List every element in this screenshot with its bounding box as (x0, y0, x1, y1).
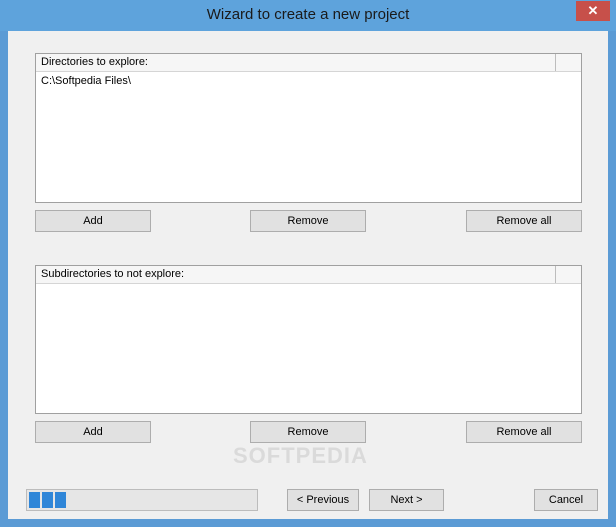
title-bar[interactable]: Wizard to create a new project ✕ (0, 0, 616, 31)
next-button[interactable]: Next > (369, 489, 444, 511)
softpedia-watermark: SOFTPEDIA (233, 443, 368, 468)
column-separator[interactable] (555, 266, 556, 283)
directory-list-item[interactable]: C:\Softpedia Files\ (41, 75, 131, 87)
wizard-window: Wizard to create a new project ✕ Directo… (0, 0, 616, 527)
subdirectories-list-header: Subdirectories to not explore: (36, 266, 581, 284)
directories-add-button[interactable]: Add (35, 210, 151, 232)
column-separator[interactable] (555, 54, 556, 71)
close-icon[interactable]: ✕ (576, 1, 610, 21)
previous-button[interactable]: < Previous (287, 489, 359, 511)
progress-segment (29, 492, 40, 508)
subdirectories-header-label: Subdirectories to not explore: (41, 268, 185, 280)
directories-listview[interactable]: Directories to explore: C:\Softpedia Fil… (35, 53, 582, 203)
subdirectories-listview[interactable]: Subdirectories to not explore: (35, 265, 582, 414)
wizard-content: Directories to explore: C:\Softpedia Fil… (8, 31, 608, 519)
directories-list-header: Directories to explore: (36, 54, 581, 72)
cancel-button[interactable]: Cancel (534, 489, 598, 511)
subdirectories-remove-button[interactable]: Remove (250, 421, 366, 443)
progress-segment (42, 492, 53, 508)
wizard-progress-bar (26, 489, 258, 511)
subdirectories-add-button[interactable]: Add (35, 421, 151, 443)
directories-remove-all-button[interactable]: Remove all (466, 210, 582, 232)
subdirectories-remove-all-button[interactable]: Remove all (466, 421, 582, 443)
progress-segment (55, 492, 66, 508)
directories-remove-button[interactable]: Remove (250, 210, 366, 232)
directories-header-label: Directories to explore: (41, 56, 148, 68)
window-title: Wizard to create a new project (206, 6, 410, 23)
